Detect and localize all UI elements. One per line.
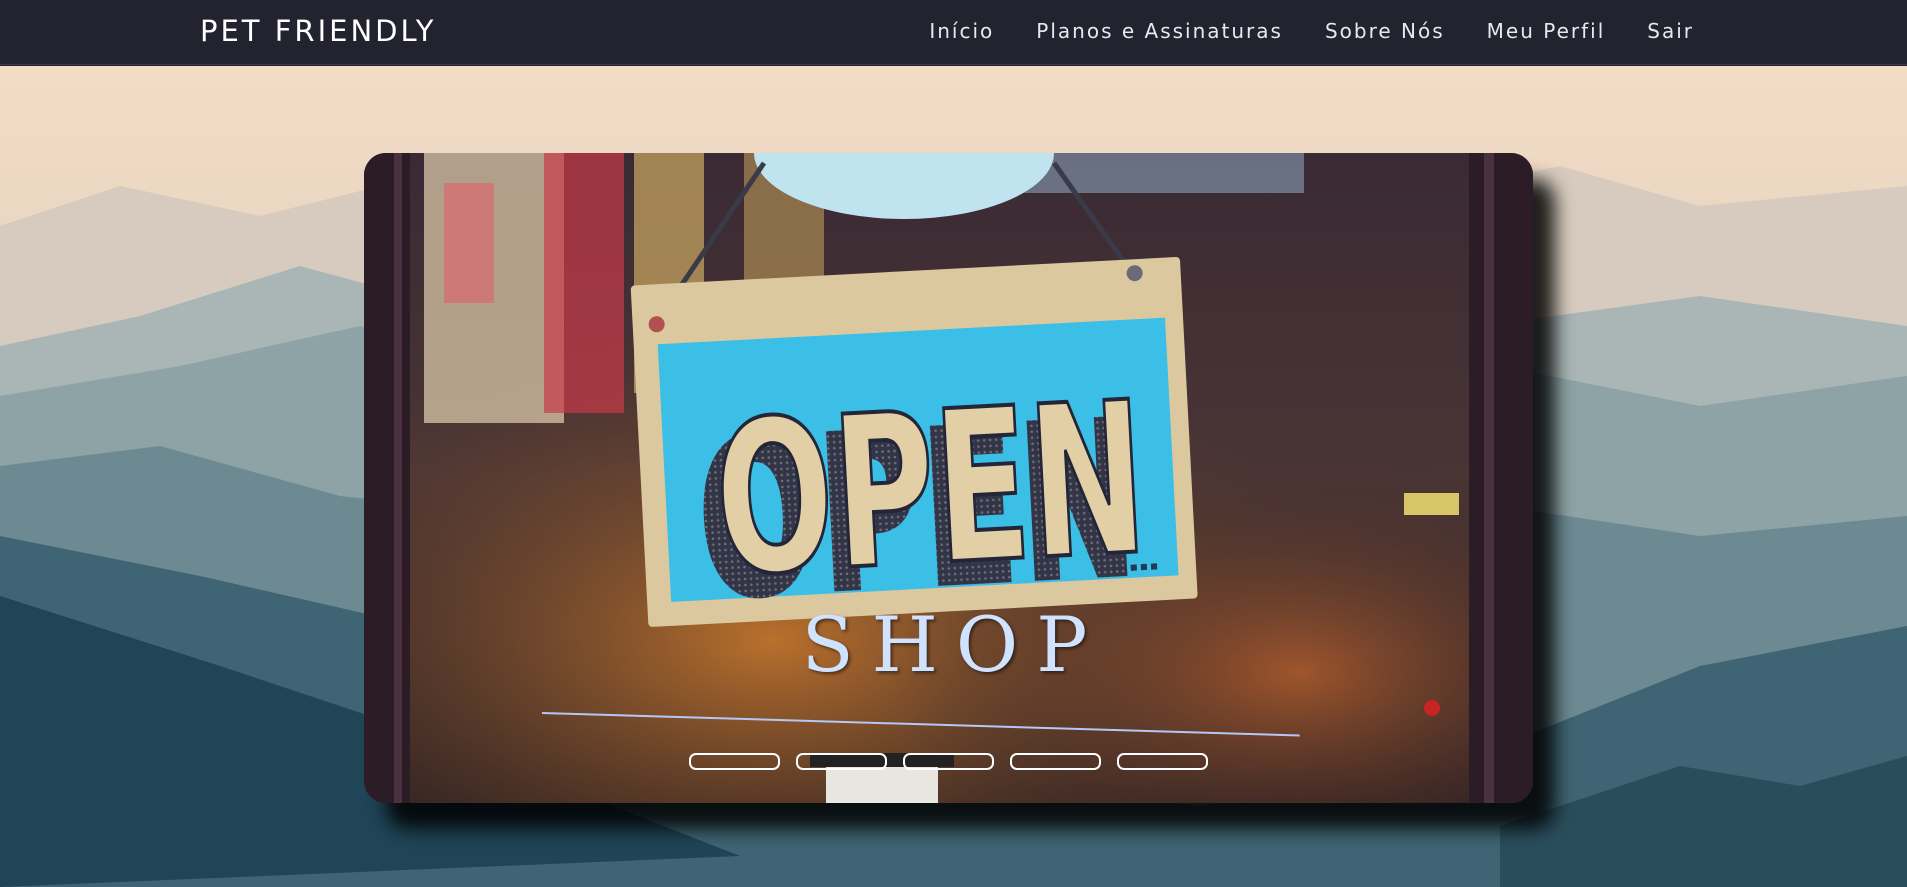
open-sign-slide-image: OPEN OPEN OPEN ■ ■ ■ [364, 153, 1533, 803]
navbar: PET FRIENDLY Início Planos e Assinaturas… [0, 0, 1907, 65]
open-sign: OPEN OPEN OPEN ■ ■ ■ [630, 257, 1198, 650]
carousel-indicator-4[interactable] [1010, 753, 1101, 770]
carousel-indicator-5[interactable] [1117, 753, 1208, 770]
nav-link-sobre[interactable]: Sobre Nós [1325, 19, 1445, 43]
nav-link-sair[interactable]: Sair [1647, 19, 1694, 43]
nav-link-inicio[interactable]: Início [929, 19, 994, 43]
nav-links: Início Planos e Assinaturas Sobre Nós Me… [929, 19, 1694, 43]
nav-link-perfil[interactable]: Meu Perfil [1487, 19, 1606, 43]
svg-text:■ ■ ■: ■ ■ ■ [1130, 561, 1158, 571]
brand-logo[interactable]: PET FRIENDLY [200, 14, 437, 48]
slide-caption: SHOP [801, 600, 1106, 689]
carousel-indicator-2[interactable] [796, 753, 887, 770]
carousel-indicator-3[interactable] [903, 753, 994, 770]
carousel-indicator-1[interactable] [689, 753, 780, 770]
hero-carousel[interactable]: OPEN OPEN OPEN ■ ■ ■ [364, 153, 1533, 803]
carousel-indicators [689, 753, 1208, 770]
nav-link-planos[interactable]: Planos e Assinaturas [1036, 19, 1283, 43]
sign-open-text: OPEN [710, 356, 1152, 623]
